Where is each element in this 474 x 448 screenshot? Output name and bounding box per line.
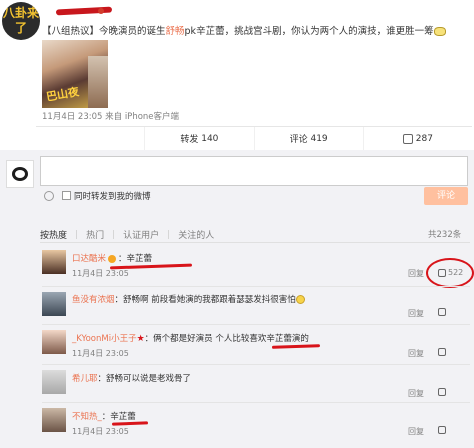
thumbs-up-icon: [438, 308, 446, 316]
repost-action[interactable]: 转发 140: [145, 127, 255, 150]
post-text-rest: pk辛芷蕾，挑战宫斗剧，你认为两个人的演技，谁更胜一筹: [184, 26, 434, 37]
red-circle-annotation: [426, 258, 474, 288]
tab-separator: |: [167, 229, 171, 240]
post-meta: 11月4日 23:05 来自 iPhone客户端: [42, 112, 180, 122]
favorite-action[interactable]: [36, 127, 146, 150]
reply-link[interactable]: 回复: [408, 426, 424, 437]
comment-text: ：舒畅啊 前段看她演的我都跟着瑟瑟发抖很害怕: [114, 295, 296, 305]
divider: [42, 286, 470, 287]
divider: [42, 324, 470, 325]
comment-avatar[interactable]: [42, 250, 66, 274]
repost-checkbox-label: 同时转发到我的微博: [74, 192, 151, 202]
comment-author-name[interactable]: _KYoonMi小王子: [72, 334, 137, 344]
like-action[interactable]: 287: [364, 127, 472, 150]
emoji-picker-icon[interactable]: [44, 191, 54, 201]
comment-input[interactable]: [40, 156, 468, 186]
comment-author[interactable]: 希儿耶：舒畅可以说是老戏骨了: [72, 372, 191, 384]
current-user-avatar: [6, 160, 34, 188]
post-image-side: [88, 56, 108, 108]
comment-author[interactable]: 鱼没有浓烟：舒畅啊 前段看她演的我都跟着瑟瑟发抖很害怕: [72, 293, 305, 305]
tab-hot[interactable]: 热门: [86, 228, 104, 241]
repost-checkbox[interactable]: [62, 191, 71, 200]
tab-following[interactable]: 关注的人: [178, 228, 214, 241]
thumbs-up-icon: [438, 348, 446, 356]
divider: [40, 242, 470, 243]
thumbs-up-icon: [438, 426, 446, 434]
mention-link[interactable]: 舒畅: [166, 26, 185, 37]
comment-total: 共232条: [428, 230, 462, 240]
reply-link[interactable]: 回复: [408, 308, 424, 319]
comment-like[interactable]: [438, 348, 448, 356]
comment-text: ：辛芷蕾: [118, 254, 153, 264]
glasses-emoji-icon: [433, 27, 446, 36]
laugh-emoji-icon: [295, 295, 305, 304]
comment-time: 11月4日 23:05: [72, 349, 129, 358]
comment-like[interactable]: [438, 388, 448, 396]
thumbs-up-icon: [402, 133, 413, 144]
divider: [42, 364, 470, 365]
repost-label: 转发: [180, 135, 199, 145]
comment-time: 11月4日 23:05: [72, 427, 129, 436]
comment-like[interactable]: [438, 308, 448, 316]
tab-by-heat[interactable]: 按热度: [40, 228, 67, 241]
comment-author-name[interactable]: 希儿耶: [72, 374, 98, 384]
comment-label: 评论: [289, 135, 308, 145]
post-text: 【八组热议】今晚演员的诞生舒畅pk辛芷蕾，挑战宫斗剧，你认为两个人的演技，谁更胜…: [42, 23, 472, 37]
comment-author[interactable]: 不知热_：辛芷蕾: [72, 410, 136, 422]
comment-text: ：俩个都是好演员 个人比较喜欢辛芷蕾演的: [144, 334, 309, 344]
thumbs-up-icon: [438, 388, 446, 396]
panda-face: [15, 170, 25, 178]
reply-link[interactable]: 回复: [408, 268, 424, 279]
comment-author-name[interactable]: 口达酷米: [72, 254, 106, 264]
reply-link[interactable]: 回复: [408, 388, 424, 399]
submit-comment-button[interactable]: 评论: [424, 187, 468, 205]
comment-count: 419: [310, 133, 328, 144]
comment-avatar[interactable]: [42, 292, 66, 316]
verified-badge-icon: [98, 8, 104, 14]
comment-time: 11月4日 23:05: [72, 269, 129, 278]
star-badge-icon: ★: [136, 334, 145, 344]
comment-author[interactable]: _KYoonMi小王子★：俩个都是好演员 个人比较喜欢辛芷蕾演的: [72, 332, 309, 344]
vip-badge-icon: [108, 254, 117, 263]
reply-link[interactable]: 回复: [408, 348, 424, 359]
comment-text: ：辛芷蕾: [101, 412, 136, 422]
tab-verified[interactable]: 认证用户: [123, 228, 159, 241]
divider: [42, 402, 470, 403]
like-count: 287: [415, 133, 433, 144]
action-bar: 转发 140 评论 419 287: [36, 126, 472, 150]
tab-separator: |: [112, 229, 116, 240]
post-text-prefix: 【八组热议】今晚演员的诞生: [42, 26, 166, 37]
comment-author-name[interactable]: 鱼没有浓烟: [72, 295, 115, 305]
comment-avatar[interactable]: [42, 408, 66, 432]
comment-filter-tabs: 按热度 | 热门 | 认证用户 | 关注的人: [40, 228, 214, 242]
comment-like[interactable]: [438, 426, 448, 434]
comment-author[interactable]: 口达酷米 ：辛芷蕾: [72, 252, 152, 264]
comment-action[interactable]: 评论 419: [255, 127, 364, 150]
comment-author-name[interactable]: 不知热_: [72, 412, 102, 422]
comment-text: ：舒畅可以说是老戏骨了: [97, 374, 192, 384]
post-image-caption: 巴山夜: [45, 85, 80, 104]
repost-count: 140: [201, 133, 219, 144]
author-avatar[interactable]: 八卦来了: [2, 2, 40, 40]
comment-avatar[interactable]: [42, 370, 66, 394]
comment-avatar[interactable]: [42, 330, 66, 354]
tab-separator: |: [75, 229, 79, 240]
